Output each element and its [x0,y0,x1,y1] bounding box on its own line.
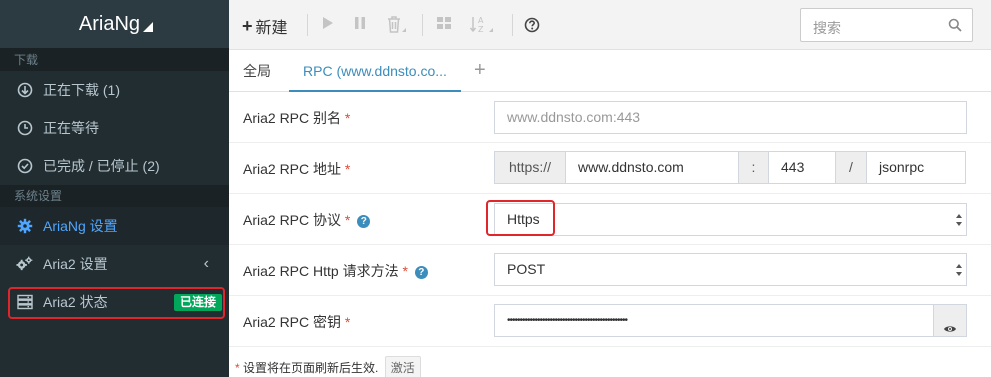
pause-icon[interactable] [353,15,367,34]
address-port-field[interactable]: 443 [768,151,836,184]
address-label: Aria2 RPC 地址 * [243,161,351,177]
address-host-field[interactable]: www.ddnsto.com [565,151,739,184]
toolbar-divider [307,14,308,36]
help-circle-icon[interactable]: ? [414,266,428,279]
method-select[interactable]: POST [494,253,967,286]
grid-icon[interactable] [436,15,452,34]
sidebar-item-waiting[interactable]: 正在等待 [0,109,229,147]
sidebar-item-label: 正在等待 [43,120,99,136]
eye-icon [943,314,957,345]
section-header-settings: 系统设置 [0,185,229,207]
required-mark: * [402,263,408,279]
sidebar: AriaNg 下载 正在下载 (1) 正在等待 已完成 / 已停止 (2) 系统… [0,0,229,377]
required-mark: * [235,361,240,375]
required-mark: * [344,212,351,228]
footer-note: * 设置将在页面刷新后生效. 激活 [235,356,421,377]
add-tab-plus-icon[interactable]: + [474,60,486,80]
check-circle-icon [16,158,33,175]
gear-icon [16,218,33,235]
rpc-settings-form: Aria2 RPC 别名 * www.ddnsto.com:443 Aria2 … [229,92,991,377]
sidebar-item-aria2-settings[interactable]: Aria2 设置 ‹ [0,245,229,283]
gears-icon [16,256,33,273]
sidebar-item-label: AriaNg 设置 [43,218,118,234]
svg-text:Z: Z [478,25,484,34]
app-logo[interactable]: AriaNg [0,0,229,49]
required-mark: * [344,314,351,330]
required-mark: * [344,161,351,177]
search-input[interactable]: 搜索 [800,8,973,42]
plus-icon: + [242,15,253,36]
highlight-box-protocol [486,200,555,236]
tab-global[interactable]: 全局 [243,50,271,92]
download-circle-icon [16,82,33,99]
settings-tabs: 全局 RPC (www.ddnsto.co... + [229,50,991,92]
select-arrows-icon [955,262,963,278]
alias-field[interactable]: www.ddnsto.com:443 [494,101,967,134]
form-row-method: Aria2 RPC Http 请求方法 * ? POST [229,245,991,296]
sidebar-item-stopped[interactable]: 已完成 / 已停止 (2) [0,147,229,185]
search-icon [948,18,962,35]
trash-icon[interactable] [386,15,408,38]
chevron-left-icon[interactable]: ‹ [204,255,209,273]
alias-label: Aria2 RPC 别名 * [243,110,351,126]
form-row-alias: Aria2 RPC 别名 * www.ddnsto.com:443 [229,92,991,143]
logo-caret-icon [143,22,154,32]
address-colon-addon: : [738,151,769,184]
play-icon[interactable] [321,15,335,34]
address-path-field[interactable]: jsonrpc [866,151,966,184]
clock-icon [16,120,33,137]
form-row-secret: Aria2 RPC 密钥 * •••••••••••••••••••••••••… [229,296,991,347]
highlight-box-status [8,287,225,319]
protocol-label: Aria2 RPC 协议 * ? [243,210,371,230]
toolbar-divider [512,14,513,36]
sidebar-item-ariang-settings[interactable]: AriaNg 设置 [0,207,229,245]
required-mark: * [344,110,351,126]
secret-field[interactable]: ••••••••••••••••••••••••••••••••••••••••… [494,304,934,337]
new-button-label: 新建 [255,20,288,37]
protocol-select[interactable]: Https [494,203,967,236]
address-slash-addon: / [835,151,867,184]
sidebar-item-label: 已完成 / 已停止 (2) [43,158,160,174]
form-row-protocol: Aria2 RPC 协议 * ? Https [229,194,991,245]
footer-note-text: 设置将在页面刷新后生效. [243,361,379,375]
sidebar-item-label: 正在下载 (1) [43,82,120,98]
method-label: Aria2 RPC Http 请求方法 * ? [243,261,428,281]
show-secret-button[interactable] [933,304,967,337]
logo-text: AriaNg [78,13,141,35]
form-row-address: Aria2 RPC 地址 * https:// www.ddnsto.com :… [229,143,991,194]
svg-text:A: A [478,16,484,25]
address-protocol-addon: https:// [494,151,566,184]
new-button[interactable]: + 新建 [242,14,288,38]
sidebar-item-downloading[interactable]: 正在下载 (1) [0,71,229,109]
select-arrows-icon [955,212,963,228]
search-placeholder: 搜索 [813,20,841,36]
sidebar-item-label: Aria2 设置 [43,256,108,272]
help-icon[interactable] [524,17,540,36]
help-circle-icon[interactable]: ? [357,215,371,228]
toolbar-divider [422,14,423,36]
activate-button[interactable]: 激活 [384,356,421,377]
toolbar: + 新建 AZ 搜索 [229,0,991,50]
secret-label: Aria2 RPC 密钥 * [243,314,351,330]
sort-az-icon[interactable]: AZ [469,15,495,38]
tab-rpc[interactable]: RPC (www.ddnsto.co... [289,50,461,92]
section-header-download: 下载 [0,49,229,71]
